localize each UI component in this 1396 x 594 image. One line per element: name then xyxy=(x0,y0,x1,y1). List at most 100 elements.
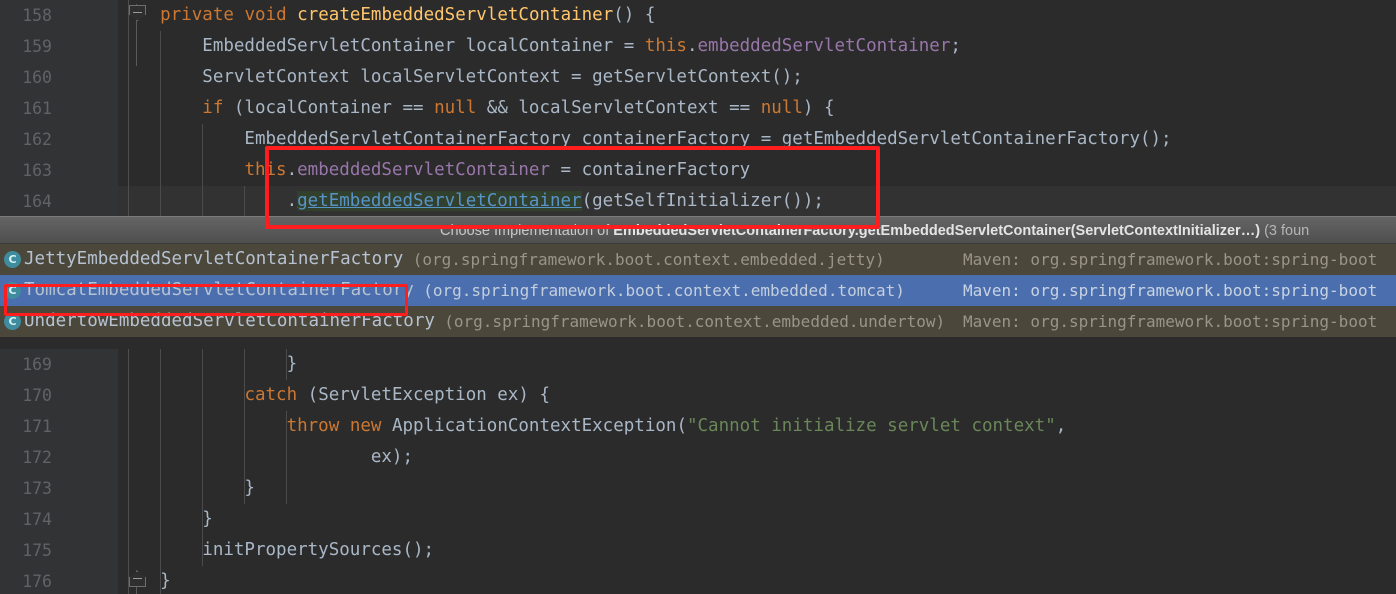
code-line[interactable]: 172 ex); xyxy=(0,442,1396,473)
code-text: catch (ServletException ex) { xyxy=(118,380,550,411)
code-token: createEmbeddedServletContainer xyxy=(297,5,614,25)
line-number: 173 xyxy=(22,479,52,498)
code-line[interactable]: 159 EmbeddedServletContainer localContai… xyxy=(0,31,1396,62)
code-token: ServletContext localServletContext = get… xyxy=(118,67,772,87)
implementation-package: (org.springframework.boot.context.embedd… xyxy=(423,281,905,300)
code-line[interactable]: 170 catch (ServletException ex) { xyxy=(0,380,1396,411)
line-number: 160 xyxy=(22,68,52,87)
code-token: = containerFactory xyxy=(550,160,751,180)
code-token: this xyxy=(644,36,687,56)
code-token: (ServletException ex) { xyxy=(297,385,550,405)
code-line[interactable]: 171 throw new ApplicationContextExceptio… xyxy=(0,411,1396,442)
code-token: ex); xyxy=(118,447,414,467)
code-line[interactable]: 161 if (localContainer == null && localS… xyxy=(0,93,1396,124)
method-link[interactable]: getEmbeddedServletContainer xyxy=(297,191,582,211)
code-token: () { xyxy=(613,5,656,25)
code-token: throw xyxy=(286,416,340,436)
code-token: initPropertySources xyxy=(118,540,403,560)
line-number: 163 xyxy=(22,161,52,180)
code-text: } xyxy=(118,566,171,594)
code-token: (); xyxy=(771,67,803,87)
implementation-name: UndertowEmbeddedServletContainerFactory xyxy=(24,311,435,331)
code-token: new xyxy=(349,416,382,436)
code-token: } xyxy=(118,571,171,591)
code-text: this.embeddedServletContainer = containe… xyxy=(118,155,750,186)
popup-header: Choose Implementation of EmbeddedServlet… xyxy=(0,216,1396,244)
maven-coordinate: Maven: org.springframework.boot:spring-b… xyxy=(963,312,1378,331)
popup-header-signature: EmbeddedServletContainerFactory.getEmbed… xyxy=(613,223,1261,239)
code-token: null xyxy=(434,98,477,118)
code-token: if xyxy=(202,98,224,118)
code-token: null xyxy=(760,98,803,118)
list-item[interactable]: C TomcatEmbeddedServletContainerFactory (o… xyxy=(0,275,1396,306)
code-token: (localContainer == xyxy=(223,98,435,118)
code-token: "Cannot initialize servlet context" xyxy=(686,416,1056,436)
code-token: (getSelfInitializer()); xyxy=(581,191,824,211)
code-text: } xyxy=(118,504,213,535)
code-line[interactable]: 158 private void createEmbeddedServletCo… xyxy=(0,0,1396,66)
code-token: , xyxy=(1055,416,1067,436)
code-token: embeddedServletContainer xyxy=(697,36,951,56)
implementation-package: (org.springframework.boot.context.embedd… xyxy=(444,312,946,331)
line-number: 169 xyxy=(22,355,52,374)
code-line[interactable]: 174 } xyxy=(0,504,1396,535)
code-token: } xyxy=(118,509,213,529)
code-line[interactable]: 169 } xyxy=(0,349,1396,380)
code-token: ApplicationContextException xyxy=(381,416,677,436)
implementation-list[interactable]: C JettyEmbeddedServletContainerFactory (or… xyxy=(0,244,1396,337)
code-text: initPropertySources(); xyxy=(118,535,434,566)
indent-guide xyxy=(286,473,288,504)
code-token: ; xyxy=(950,36,961,56)
class-icon: C xyxy=(4,282,21,299)
ide-editor-window: 158 private void createEmbeddedServletCo… xyxy=(0,0,1396,594)
list-item[interactable]: C UndertowEmbeddedServletContainerFactory… xyxy=(0,306,1396,337)
code-text: private void createEmbeddedServletContai… xyxy=(118,0,655,31)
code-line[interactable]: 173 } xyxy=(0,473,1396,504)
code-text: EmbeddedServletContainerFactory containe… xyxy=(118,124,1172,155)
code-token: && localServletContext == xyxy=(476,98,761,118)
popup-header-prefix: Choose Implementation of xyxy=(440,223,614,239)
implementation-package: (org.springframework.boot.context.embedd… xyxy=(412,250,885,269)
code-token: (); xyxy=(1139,129,1172,149)
code-text: } xyxy=(118,473,255,504)
choose-implementation-popup[interactable]: Choose Implementation of EmbeddedServlet… xyxy=(0,216,1396,337)
code-token: ( xyxy=(676,416,687,436)
code-token: } xyxy=(118,354,298,374)
popup-header-count: (3 foun xyxy=(1260,223,1310,239)
code-line[interactable]: 164 .getEmbeddedServletContainer(getSelf… xyxy=(0,186,1396,217)
code-token: catch xyxy=(244,385,298,405)
code-token: (); xyxy=(402,540,435,560)
code-token: . xyxy=(686,36,698,56)
code-text: } xyxy=(118,349,298,380)
code-line[interactable]: 163 this.embeddedServletContainer = cont… xyxy=(0,155,1396,186)
code-line[interactable]: 162 EmbeddedServletContainerFactory cont… xyxy=(0,124,1396,155)
line-number: 164 xyxy=(22,192,52,211)
code-line[interactable]: 160 ServletContext localServletContext =… xyxy=(0,62,1396,93)
line-number: 174 xyxy=(22,510,52,529)
code-text: ex); xyxy=(118,442,413,473)
code-line[interactable]: 176 } xyxy=(0,566,1396,594)
line-number: 162 xyxy=(22,130,52,149)
code-token: . xyxy=(118,191,298,211)
maven-coordinate: Maven: org.springframework.boot:spring-b… xyxy=(963,281,1378,300)
line-number: 171 xyxy=(22,417,52,436)
code-line[interactable]: 175 initPropertySources(); xyxy=(0,535,1396,566)
code-text: .getEmbeddedServletContainer(getSelfInit… xyxy=(118,186,824,217)
list-item[interactable]: C JettyEmbeddedServletContainerFactory (or… xyxy=(0,244,1396,275)
line-number: 172 xyxy=(22,448,52,467)
class-icon: C xyxy=(4,251,21,268)
code-token: EmbeddedServletContainer localContainer … xyxy=(118,36,645,56)
implementation-name: TomcatEmbeddedServletContainerFactory xyxy=(24,280,414,300)
code-text: throw new ApplicationContextException("C… xyxy=(118,411,1067,442)
code-token: ) { xyxy=(802,98,835,118)
line-number: 176 xyxy=(22,572,52,591)
maven-coordinate: Maven: org.springframework.boot:spring-b… xyxy=(963,250,1378,269)
code-token: } xyxy=(118,478,255,498)
line-number: 161 xyxy=(22,99,52,118)
code-token: private xyxy=(160,5,234,25)
code-token: EmbeddedServletContainerFactory containe… xyxy=(118,129,1140,149)
